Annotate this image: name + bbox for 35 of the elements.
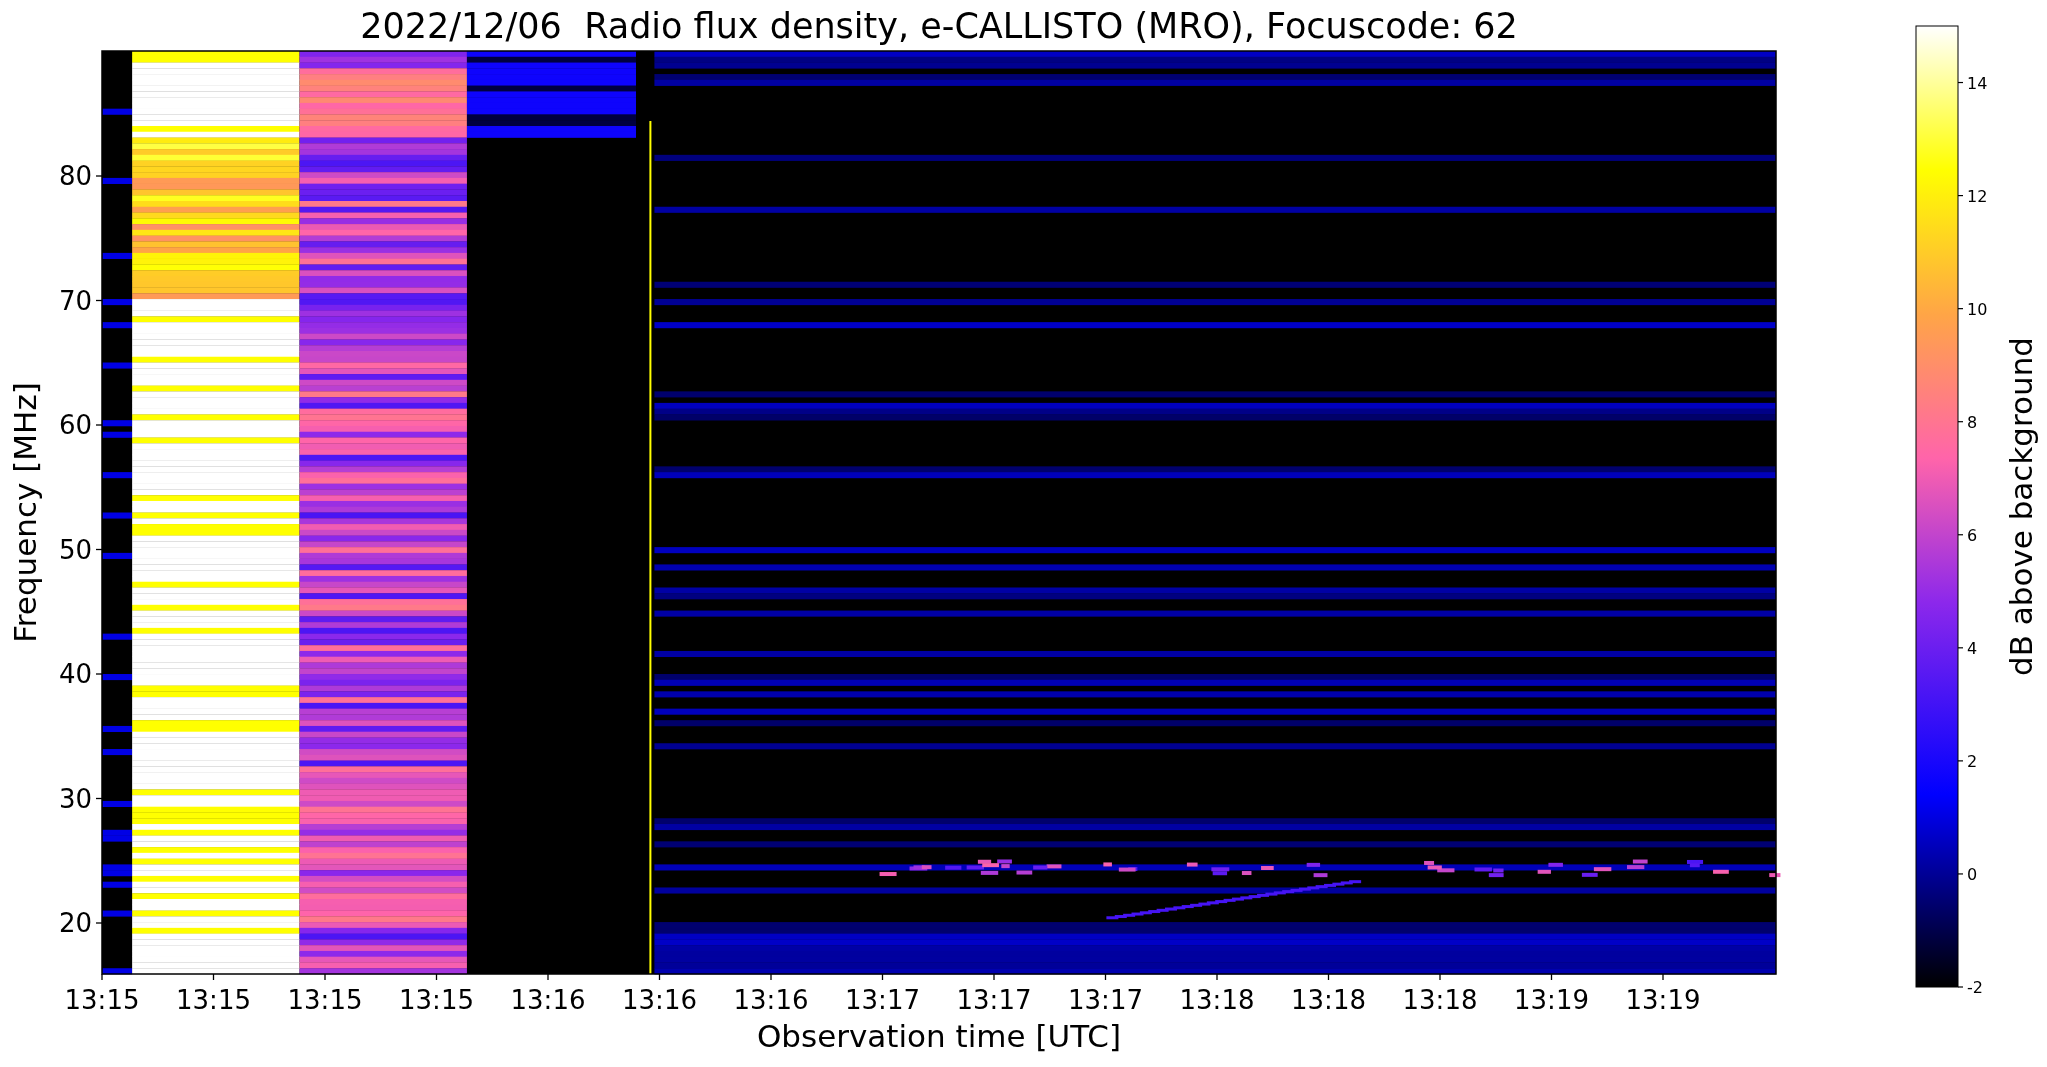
tick-label: -2 (1967, 978, 1983, 997)
tick-label: 13:17 (845, 985, 920, 1015)
tick-label: 13:17 (956, 985, 1032, 1015)
tick-label: 13:15 (176, 985, 251, 1015)
tick-label: 60 (58, 410, 92, 440)
tick-label: 40 (58, 659, 92, 689)
tick-label: 10 (1967, 299, 1988, 319)
axis-label: Observation time [UTC] (756, 1018, 1122, 1054)
tick-label: 13:16 (510, 985, 586, 1015)
axis-label: dB above background (2003, 336, 2039, 677)
tick-label: 50 (58, 534, 92, 565)
axis-label: Frequency [MHz] (7, 382, 43, 643)
tick-label: 8 (1967, 412, 1978, 432)
tick-label: 13:18 (1291, 985, 1366, 1015)
tick-label: 80 (58, 161, 92, 191)
tick-label: 30 (58, 783, 92, 814)
tick-label: 13:17 (1068, 985, 1143, 1015)
tick-label: 13:19 (1514, 985, 1589, 1015)
tick-label: 13:18 (1179, 985, 1255, 1015)
tick-label: 2 (1967, 751, 1978, 771)
tick-label: 20 (58, 908, 92, 938)
tick-label: 70 (58, 285, 92, 316)
tick-label: 0 (1967, 864, 1978, 884)
chart-title: 2022/12/06 Radio flux density, e-CALLISTO (MRO), Focuscode: 62 (360, 6, 1518, 46)
tick-label: 13:16 (733, 985, 809, 1015)
tick-label: 13:19 (1625, 985, 1701, 1015)
tick-label: 13:15 (64, 985, 140, 1015)
tick-label: 13:16 (622, 985, 697, 1015)
tick-label: 6 (1967, 525, 1978, 545)
tick-label: 12 (1967, 186, 1988, 206)
tick-label: 13:15 (287, 985, 363, 1015)
tick-label: 13:18 (1402, 985, 1478, 1015)
tick-label: 4 (1967, 638, 1978, 658)
tick-label: 13:15 (399, 985, 474, 1015)
tick-label: 14 (1967, 73, 1988, 93)
